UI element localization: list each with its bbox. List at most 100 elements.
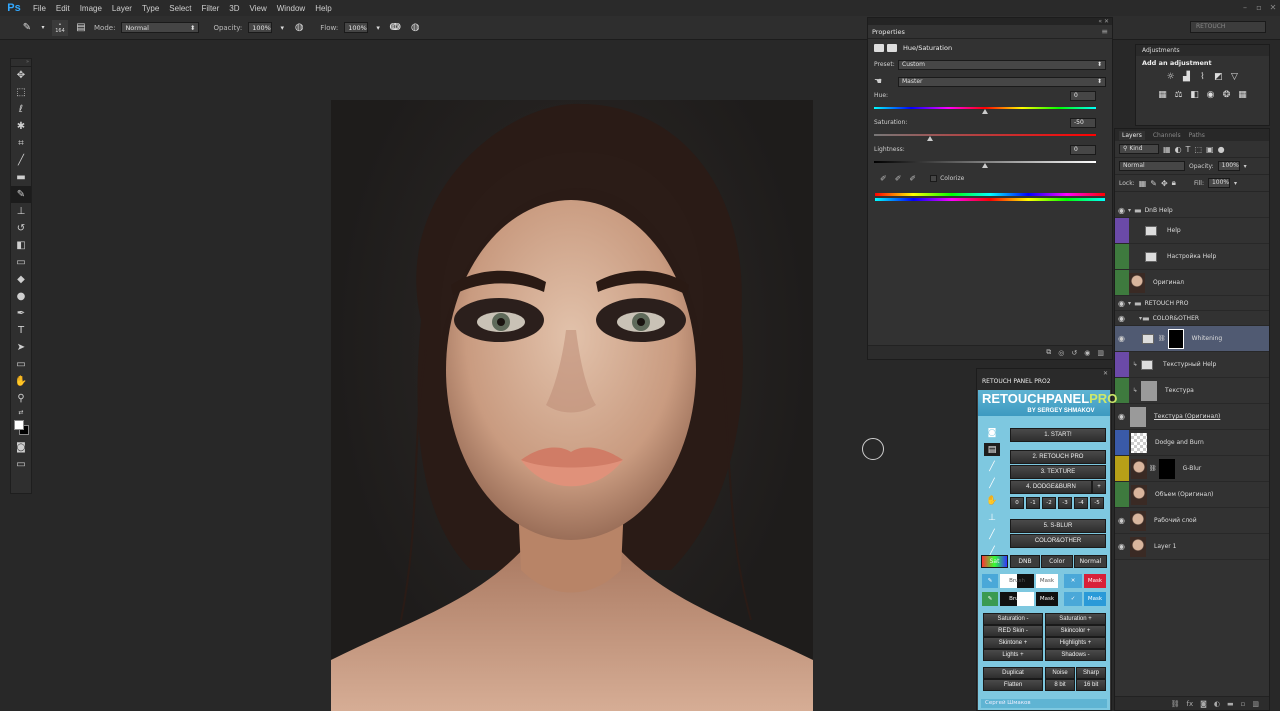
menu-type[interactable]: Type [137,4,164,13]
smudge-icon[interactable]: ╱ [984,528,1000,541]
saturation-plus-button[interactable]: Saturation + [1045,613,1106,625]
photo-filter-icon[interactable]: ◉ [1205,90,1216,100]
hue-input[interactable]: 0 [1070,91,1096,101]
color-balance-icon[interactable]: ⚖ [1173,90,1184,100]
new-group-icon[interactable]: ▬ [1227,700,1234,708]
curves-icon[interactable]: ⌇ [1197,72,1208,82]
hand-tool-icon[interactable]: ✋ [11,373,31,390]
type-tool-icon[interactable]: T [11,322,31,339]
hue-slider-thumb[interactable] [982,109,988,114]
saturation-slider-thumb[interactable] [926,136,933,141]
skintone-plus-button[interactable]: Skintone + [983,637,1043,649]
noise-button[interactable]: Noise [1045,667,1075,679]
duplicate-button[interactable]: Duplicat [983,667,1043,679]
start-button[interactable]: 1. START! [1010,428,1106,442]
eye-icon[interactable]: ◉ [1115,311,1128,325]
skincolor-plus-button[interactable]: Skincolor + [1045,625,1106,637]
filter-type-icon[interactable]: T [1186,145,1191,154]
marquee-tool-icon[interactable]: ⬚ [11,84,31,101]
add-mask-icon[interactable]: ◙ [1200,700,1207,708]
eyedropper-tool-icon[interactable]: ╱ [11,152,31,169]
dodge-burn-plus-button[interactable]: + [1092,480,1106,494]
delete-layer-icon[interactable]: ▥ [1252,700,1259,708]
menu-image[interactable]: Image [75,4,107,13]
preset-select[interactable]: Custom ⬍ [898,59,1106,70]
filter-adjustment-icon[interactable]: ◐ [1175,145,1182,154]
brush-icon[interactable]: ╱ [984,460,1000,473]
screen-mode-icon[interactable]: ▭ [11,456,31,473]
hand-icon[interactable]: ✋ [984,494,1000,507]
lasso-tool-icon[interactable]: ℓ [11,101,31,118]
chevron-down-icon[interactable]: ▾ [1128,315,1142,322]
layer-row[interactable]: ↳ Текстура [1115,378,1269,404]
check-icon[interactable]: ✓ [1064,592,1082,606]
tab-channels[interactable]: Channels [1153,132,1181,139]
airbrush-icon[interactable]: ↈ [388,21,402,35]
layer-fill-input[interactable]: 100% [1207,178,1230,188]
menu-filter[interactable]: Filter [197,4,225,13]
brush-size-picker[interactable]: • 164 [52,19,68,36]
sharp-button[interactable]: Sharp [1076,667,1106,679]
mask-icon[interactable] [887,43,897,52]
mode-select[interactable]: Normal ⬍ [121,22,200,33]
quick-select-tool-icon[interactable]: ✱ [11,118,31,135]
menu-window[interactable]: Window [272,4,310,13]
pressure-size-icon[interactable]: ◍ [408,21,422,35]
brush-tool-preset-icon[interactable]: ✎ [20,21,34,35]
layer-group-row[interactable]: ◉ ▾ ▬ COLOR&OTHER [1115,311,1269,326]
close-icon[interactable]: ✕ [1104,18,1109,25]
white-brush-icon[interactable]: ✎ [982,574,998,588]
clone-stamp-tool-icon[interactable]: ⊥ [11,203,31,220]
stamp-icon[interactable]: ⊥ [984,511,1000,524]
tab-dnb[interactable]: DNB [1010,555,1040,568]
lights-plus-button[interactable]: Lights + [983,649,1043,661]
level-button-4[interactable]: -4 [1074,497,1088,509]
layer-mask-thumbnail[interactable] [1158,458,1175,479]
filter-shape-icon[interactable]: ⬚ [1194,145,1202,154]
filter-pixel-icon[interactable]: ▦ [1163,145,1171,154]
menu-file[interactable]: File [28,4,51,13]
hue-saturation-icon[interactable]: ▦ [1157,90,1168,100]
brightness-contrast-icon[interactable]: ☼ [1165,72,1176,82]
tab-paths[interactable]: Paths [1189,132,1205,139]
link-icon[interactable]: ⛓ [1158,335,1166,342]
colorize-checkbox[interactable] [930,174,938,182]
tab-adjustments[interactable]: Adjustments [1136,45,1269,56]
new-layer-icon[interactable]: ▫ [1241,700,1246,708]
lightness-slider-thumb[interactable] [982,163,988,168]
red-skin-minus-button[interactable]: RED Skin - [983,625,1043,637]
document-canvas[interactable] [331,100,813,711]
filter-toggle-icon[interactable]: ● [1218,145,1225,154]
color-lookup-icon[interactable]: ▦ [1237,90,1248,100]
clip-to-layer-icon[interactable]: ⧉ [1046,348,1051,357]
view-previous-icon[interactable]: ◎ [1058,349,1064,357]
vibrance-icon[interactable]: ▽ [1229,72,1240,82]
saturation-input[interactable]: -50 [1070,118,1096,128]
collapse-icon[interactable]: « [1098,18,1102,25]
exposure-icon[interactable]: ◩ [1213,72,1224,82]
menu-view[interactable]: View [245,4,272,13]
lock-all-icon[interactable]: 🔒︎ [1172,178,1176,188]
black-mask-button[interactable]: Mask [1036,592,1058,606]
layer-row[interactable]: ↳ Текстурный Help [1115,352,1269,378]
levels-icon[interactable]: ▟ [1181,72,1192,82]
level-button-1[interactable]: -1 [1026,497,1040,509]
black-brush-icon[interactable]: ✎ [982,592,998,606]
layer-row[interactable]: Help [1115,218,1269,244]
blue-mask-button[interactable]: Mask [1084,592,1106,606]
eraser-tool-icon[interactable]: ◧ [11,237,31,254]
lock-image-icon[interactable]: ✎ [1150,179,1157,188]
layer-row[interactable]: Dodge and Burn [1115,430,1269,456]
eye-icon[interactable]: ◉ [1115,203,1128,217]
reset-icon[interactable]: ↺ [1071,349,1077,357]
path-select-tool-icon[interactable]: ➤ [11,339,31,356]
channel-select[interactable]: Master ⬍ [898,76,1106,87]
tab-saturation[interactable]: Sat [981,555,1008,568]
new-adjustment-icon[interactable]: ◐ [1214,700,1220,708]
layer-group-row[interactable]: ◉ ▾ ▬ RETOUCH PRO [1115,296,1269,311]
menu-help[interactable]: Help [310,4,336,13]
s-blur-button[interactable]: 5. S-BLUR [1010,519,1106,533]
level-button-0[interactable]: 0 [1010,497,1024,509]
filter-kind-select[interactable]: ⚲ Kind [1119,144,1159,154]
saturation-minus-button[interactable]: Saturation - [983,613,1043,625]
